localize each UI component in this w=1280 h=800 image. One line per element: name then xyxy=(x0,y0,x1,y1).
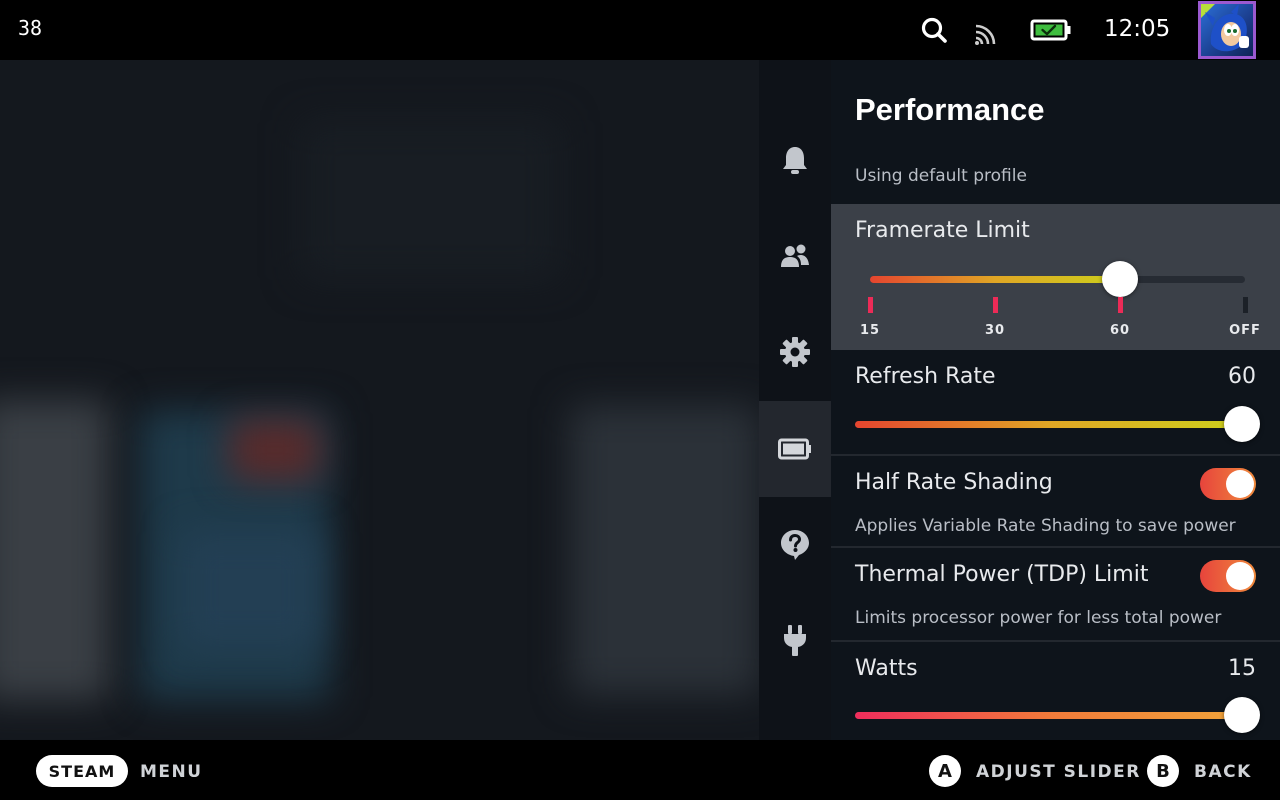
framerate-slider-fill xyxy=(870,276,1120,283)
watts-slider-track[interactable] xyxy=(855,712,1242,719)
battery-icon xyxy=(778,438,811,460)
page-title: Performance xyxy=(855,92,1045,127)
framerate-tick-label: OFF xyxy=(1229,323,1261,338)
back-hint: BACK xyxy=(1194,762,1252,782)
refresh-rate-slider-track[interactable] xyxy=(855,421,1242,428)
framerate-limit-row[interactable]: Framerate Limit 15 30 60 OFF xyxy=(831,204,1280,350)
cast-signal-icon xyxy=(975,24,996,45)
refresh-rate-slider-knob[interactable] xyxy=(1224,406,1260,442)
steam-button[interactable]: STEAM xyxy=(36,755,128,787)
help-icon xyxy=(781,530,809,560)
sidebar-item-performance[interactable] xyxy=(759,401,831,497)
watts-slider-knob[interactable] xyxy=(1224,697,1260,733)
bell-icon xyxy=(783,147,807,174)
gear-icon xyxy=(780,337,810,367)
tdp-limit-label: Thermal Power (TDP) Limit xyxy=(855,562,1149,587)
half-rate-shading-description: Applies Variable Rate Shading to save po… xyxy=(855,516,1236,536)
framerate-tick xyxy=(992,297,998,313)
toggle-knob xyxy=(1226,562,1254,590)
fps-counter: 38 xyxy=(18,16,43,40)
avatar[interactable] xyxy=(1198,1,1256,59)
half-rate-shading-toggle[interactable] xyxy=(1200,468,1256,500)
toggle-knob xyxy=(1226,470,1254,498)
watts-label: Watts xyxy=(855,656,918,681)
power-plug-icon xyxy=(784,625,806,656)
framerate-tick-label: 15 xyxy=(859,323,881,338)
framerate-tick xyxy=(1242,297,1248,313)
watts-row[interactable]: Watts 15 xyxy=(831,642,1280,740)
background-tile xyxy=(230,420,320,480)
performance-panel: Performance Using default profile Framer… xyxy=(831,60,1280,740)
avatar-character-icon xyxy=(1201,4,1249,52)
refresh-rate-row[interactable]: Refresh Rate 60 xyxy=(831,350,1280,454)
a-button-glyph: A xyxy=(929,755,961,787)
framerate-tick xyxy=(867,297,873,313)
watts-value: 15 xyxy=(1228,656,1256,681)
bottom-hint-bar: STEAM MENU A ADJUST SLIDER B BACK xyxy=(0,740,1280,800)
sidebar-item-friends[interactable] xyxy=(759,208,831,304)
blurred-game-background xyxy=(0,60,760,740)
framerate-slider-track[interactable] xyxy=(870,276,1245,283)
framerate-limit-label: Framerate Limit xyxy=(855,218,1030,243)
clock: 12:05 xyxy=(1104,16,1171,42)
background-tile xyxy=(570,405,760,695)
quick-access-sidebar xyxy=(759,60,831,740)
background-tile xyxy=(180,530,320,650)
tdp-limit-toggle[interactable] xyxy=(1200,560,1256,592)
refresh-rate-value: 60 xyxy=(1228,364,1256,389)
menu-hint: MENU xyxy=(140,762,203,782)
framerate-tick-label: 30 xyxy=(984,323,1006,338)
sidebar-item-power[interactable] xyxy=(759,592,831,688)
framerate-tick xyxy=(1117,297,1123,313)
adjust-slider-hint: ADJUST SLIDER xyxy=(976,762,1141,782)
tdp-limit-description: Limits processor power for less total po… xyxy=(855,608,1222,628)
friends-icon xyxy=(781,244,809,267)
sidebar-item-notifications[interactable] xyxy=(759,112,831,208)
half-rate-shading-label: Half Rate Shading xyxy=(855,470,1053,495)
framerate-slider-knob[interactable] xyxy=(1102,261,1138,297)
half-rate-shading-row[interactable]: Half Rate Shading Applies Variable Rate … xyxy=(831,456,1280,546)
sidebar-item-help[interactable] xyxy=(759,496,831,592)
profile-note: Using default profile xyxy=(855,166,1027,186)
background-tile xyxy=(300,120,560,280)
background-tile xyxy=(0,400,110,700)
status-bar: 38 12:05 xyxy=(0,0,1280,60)
framerate-tick-label: 60 xyxy=(1109,323,1131,338)
battery-charging-icon xyxy=(1030,19,1071,41)
watts-slider-fill xyxy=(855,712,1242,719)
search-icon[interactable] xyxy=(918,14,950,46)
refresh-rate-label: Refresh Rate xyxy=(855,364,996,389)
tdp-limit-row[interactable]: Thermal Power (TDP) Limit Limits process… xyxy=(831,548,1280,640)
sidebar-item-settings[interactable] xyxy=(759,304,831,400)
refresh-rate-slider-fill xyxy=(855,421,1242,428)
b-button-glyph: B xyxy=(1147,755,1179,787)
